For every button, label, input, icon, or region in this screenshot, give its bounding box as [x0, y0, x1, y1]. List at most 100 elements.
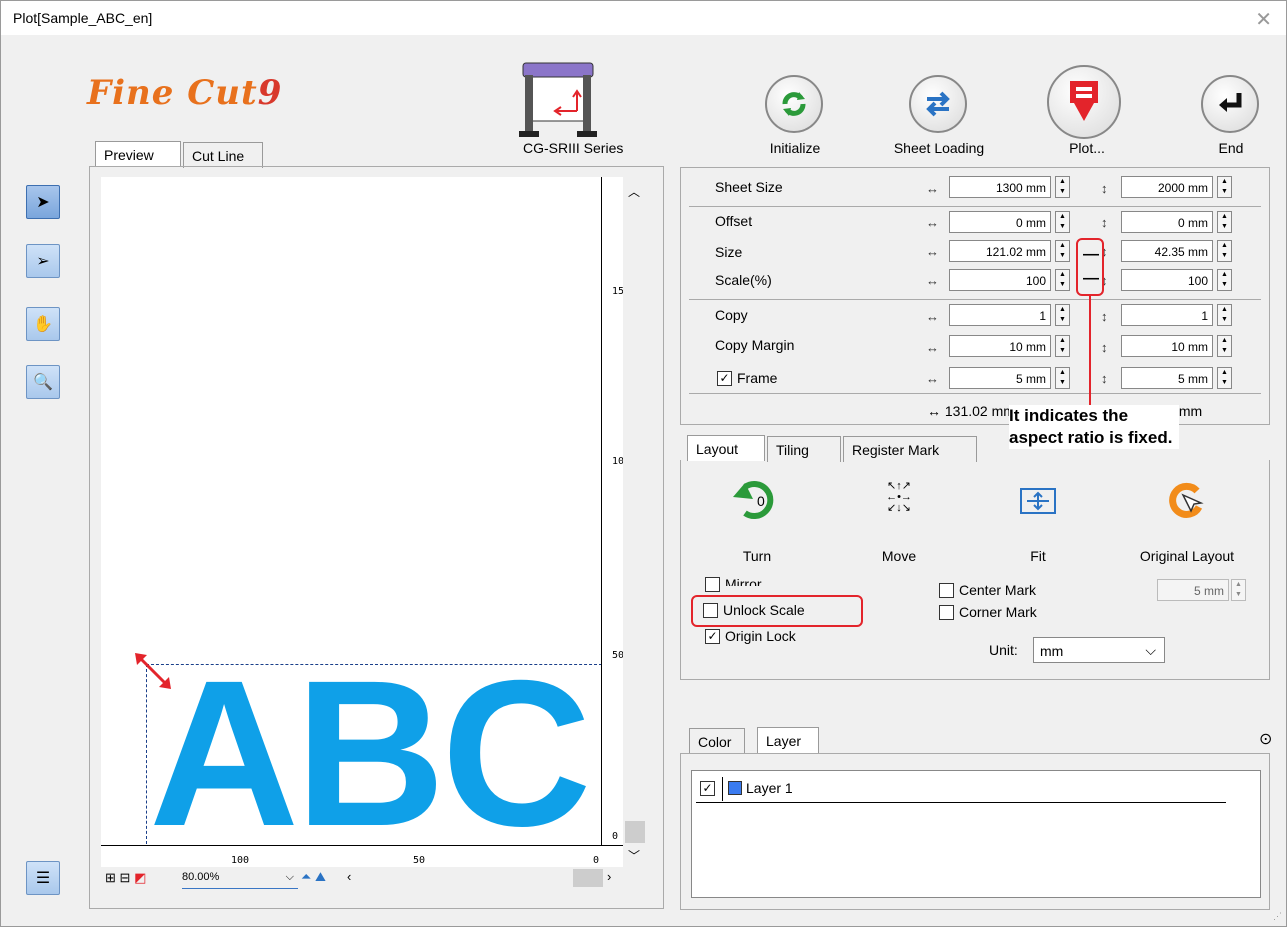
scroll-right-icon[interactable]: › — [607, 869, 611, 884]
scale-height-input[interactable]: 100 — [1121, 269, 1213, 291]
end-button[interactable] — [1201, 75, 1259, 133]
scroll-up-icon[interactable]: ︿ — [628, 183, 640, 200]
copy-y-input[interactable]: 1 — [1121, 304, 1213, 326]
split-icon[interactable]: ⊟ — [120, 870, 131, 885]
select-tool-button[interactable]: ➤ — [26, 185, 60, 219]
size-height-input[interactable]: 42.35 mm — [1121, 240, 1213, 262]
hand-tool-button[interactable]: ✋ — [26, 307, 60, 341]
sheet-width-input[interactable]: 1300 mm — [949, 176, 1051, 198]
turn-button[interactable]: 0 — [731, 477, 783, 523]
divider — [689, 299, 1261, 300]
origin-lock-label: Origin Lock — [725, 628, 796, 644]
spin-button[interactable]: ▲ ▼ — [1217, 367, 1232, 389]
frame-label: Frame — [737, 370, 778, 386]
scroll-down-icon[interactable]: ﹀ — [628, 847, 640, 864]
spin-button[interactable]: ▲ ▼ — [1217, 335, 1232, 357]
cutter-icon — [1070, 81, 1098, 121]
color-picker-icon[interactable]: ◩ — [134, 870, 146, 885]
unit-select[interactable]: mm ⌵ — [1033, 637, 1165, 663]
sheet-loading-button[interactable] — [909, 75, 967, 133]
offset-label: Offset — [715, 213, 753, 229]
spin-button[interactable]: ▲ ▼ — [1055, 240, 1070, 262]
frame-checkbox[interactable]: ✓ — [717, 371, 732, 386]
vertical-scrollbar[interactable]: ︿ ﹀ — [623, 177, 647, 867]
corner-mark-checkbox[interactable] — [939, 605, 954, 620]
zoom-fit-icon[interactable]: ⏶ ⛰ — [301, 869, 326, 885]
copy-margin-y-input[interactable]: 10 mm — [1121, 335, 1213, 357]
copy-margin-x-input[interactable]: 10 mm — [949, 335, 1051, 357]
spin-button[interactable]: ▲ ▼ — [1055, 367, 1070, 389]
resize-grip-icon[interactable]: ⋰ — [1273, 911, 1282, 922]
unit-value: mm — [1040, 643, 1064, 659]
refresh-icon — [782, 92, 806, 116]
expand-menu-icon[interactable]: ⊙ — [1259, 729, 1272, 749]
turn-value: 0 — [757, 493, 765, 509]
spin-button[interactable]: ▲ ▼ — [1217, 304, 1232, 326]
divider — [722, 777, 723, 801]
frame-x-input[interactable]: 5 mm — [949, 367, 1051, 389]
tab-layer[interactable]: Layer — [757, 727, 819, 753]
original-layout-button[interactable] — [1161, 477, 1209, 525]
center-mark-checkbox[interactable] — [939, 583, 954, 598]
close-icon[interactable]: ✕ — [1255, 7, 1272, 32]
tab-tiling[interactable]: Tiling — [767, 436, 841, 462]
list-item[interactable]: ✓ Layer 1 — [696, 777, 1226, 803]
width-arrow-icon: ↔ — [926, 371, 939, 386]
tab-preview[interactable]: Preview — [95, 141, 181, 167]
zoom-tool-button[interactable]: 🔍 — [26, 365, 60, 399]
initialize-button[interactable] — [765, 75, 823, 133]
grid-icon[interactable]: ⊞ — [105, 870, 116, 885]
spin-button[interactable]: ▲ ▼ — [1231, 579, 1246, 601]
tab-register-mark[interactable]: Register Mark — [843, 436, 977, 462]
node-select-tool-button[interactable]: ➢ — [26, 244, 60, 278]
spin-button[interactable]: ▲ ▼ — [1055, 211, 1070, 233]
design-text[interactable]: ABC — [149, 650, 592, 858]
height-arrow-icon: ↕ — [1101, 340, 1108, 355]
ruler-h-label: 50 — [413, 855, 426, 866]
mark-size-input[interactable]: 5 mm — [1157, 579, 1229, 601]
divider — [689, 393, 1261, 394]
plotter-device-icon — [519, 62, 597, 137]
copy-x-input[interactable]: 1 — [949, 304, 1051, 326]
title-bar: Plot[Sample_ABC_en] ✕ — [1, 1, 1286, 35]
height-arrow-icon: ↕ — [1101, 309, 1108, 324]
aspect-lock-icon[interactable]: — — [1083, 271, 1099, 289]
list-icon: ☰ — [35, 870, 51, 887]
scale-width-input[interactable]: 100 — [949, 269, 1051, 291]
frame-y-input[interactable]: 5 mm — [1121, 367, 1213, 389]
unlock-scale-checkbox[interactable] — [703, 603, 718, 618]
move-button[interactable]: ↖↑↗ ←•→ ↙↓↘ — [881, 481, 917, 517]
spin-button[interactable]: ▲ ▼ — [1055, 304, 1070, 326]
spin-button[interactable]: ▲ ▼ — [1055, 269, 1070, 291]
scroll-left-icon[interactable]: ‹ — [347, 869, 351, 884]
list-view-button[interactable]: ☰ — [26, 861, 60, 895]
hscroll-thumb[interactable] — [573, 869, 603, 887]
offset-y-input[interactable]: 0 mm — [1121, 211, 1213, 233]
chevron-down-icon: ⌵ — [285, 871, 294, 883]
window-title: Plot[Sample_ABC_en] — [13, 10, 153, 26]
origin-lock-checkbox[interactable]: ✓ — [705, 629, 720, 644]
height-arrow-icon: ↕ — [1101, 181, 1108, 196]
tab-layout[interactable]: Layout — [687, 435, 765, 461]
chevron-down-icon: ⌵ — [1145, 642, 1156, 658]
sheet-height-input[interactable]: 2000 mm — [1121, 176, 1213, 198]
tab-cut-line[interactable]: Cut Line — [183, 142, 263, 168]
sheet-size-label: Sheet Size — [715, 179, 783, 195]
fit-button[interactable] — [1019, 485, 1057, 517]
aspect-lock-icon[interactable]: — — [1083, 247, 1099, 265]
layer-visible-checkbox[interactable]: ✓ — [700, 781, 715, 796]
offset-x-input[interactable]: 0 mm — [949, 211, 1051, 233]
spin-button[interactable]: ▲ ▼ — [1217, 211, 1232, 233]
spin-button[interactable]: ▲ ▼ — [1055, 176, 1070, 198]
tab-color[interactable]: Color — [689, 728, 745, 754]
size-width-input[interactable]: 121.02 mm — [949, 240, 1051, 262]
spin-button[interactable]: ▲ ▼ — [1217, 269, 1232, 291]
plot-button[interactable] — [1047, 65, 1121, 139]
spin-button[interactable]: ▲ ▼ — [1217, 240, 1232, 262]
spin-button[interactable]: ▲ ▼ — [1055, 335, 1070, 357]
spin-button[interactable]: ▲ ▼ — [1217, 176, 1232, 198]
scroll-thumb[interactable] — [625, 821, 645, 843]
zoom-select[interactable]: 80.00% ⌵ — [182, 871, 298, 889]
width-arrow-icon: ↔ — [926, 215, 939, 230]
mirror-checkbox[interactable] — [705, 577, 720, 592]
